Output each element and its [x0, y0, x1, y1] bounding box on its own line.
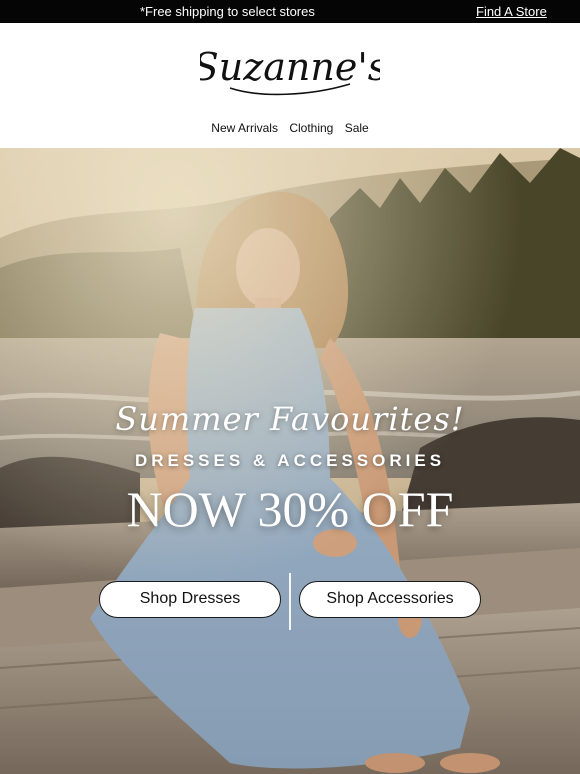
announcement-bar: *Free shipping to select stores Find A S…: [0, 0, 580, 23]
nav-clothing[interactable]: Clothing: [289, 121, 333, 135]
suzannes-logo[interactable]: Suzanne's: [200, 36, 380, 106]
find-a-store-link[interactable]: Find A Store: [476, 4, 547, 19]
nav-sale[interactable]: Sale: [345, 121, 369, 135]
free-shipping-text: *Free shipping to select stores: [140, 4, 315, 19]
hero-script-title: Summer Favourites!: [115, 400, 465, 438]
main-nav: New Arrivals Clothing Sale: [0, 121, 580, 135]
nav-new-arrivals[interactable]: New Arrivals: [211, 121, 278, 135]
hero-banner[interactable]: Summer Favourites! DRESSES & ACCESSORIES…: [0, 148, 580, 774]
button-divider: [289, 573, 291, 630]
shop-dresses-button[interactable]: Shop Dresses: [99, 581, 281, 618]
svg-text:Suzanne's: Suzanne's: [200, 45, 380, 89]
shop-accessories-button[interactable]: Shop Accessories: [299, 581, 481, 618]
hero-subtitle: DRESSES & ACCESSORIES: [134, 451, 446, 470]
hero-offer-headline: NOW 30% OFF: [126, 481, 454, 537]
